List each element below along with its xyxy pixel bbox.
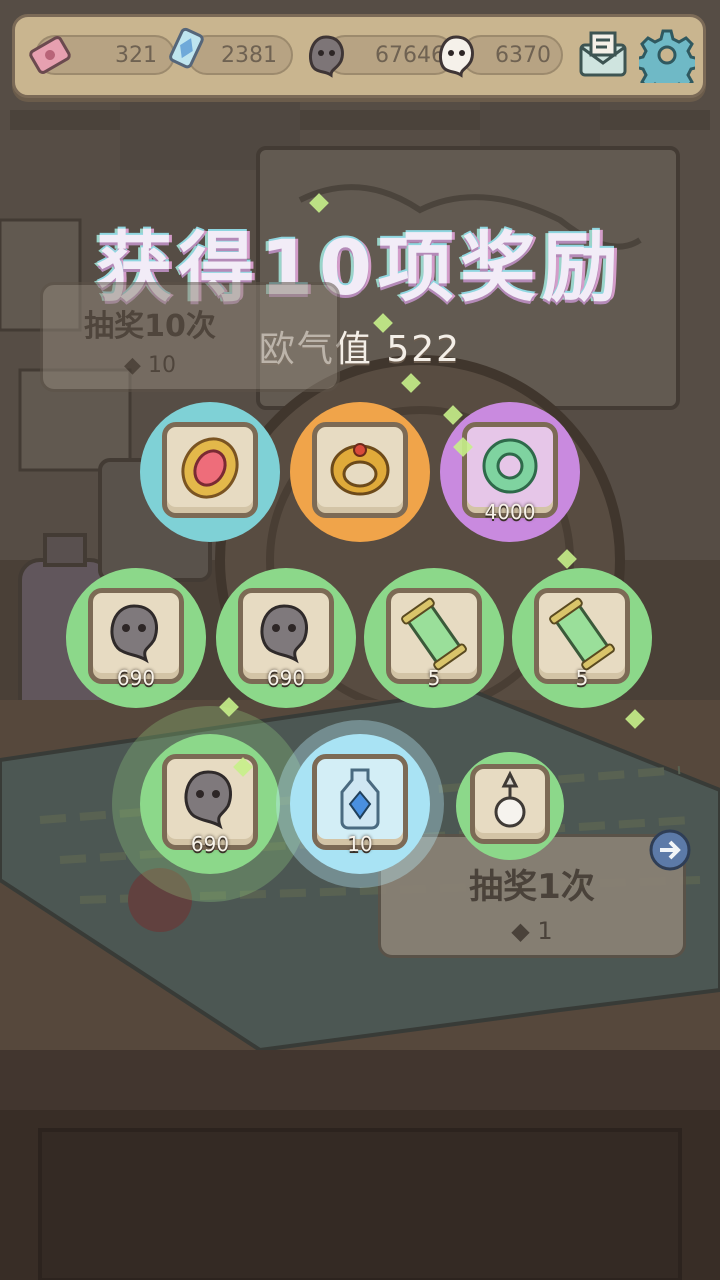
white-soul-count: 6370: [495, 43, 551, 68]
draw-10-cost: ◆ 10: [3, 353, 297, 378]
dark-soul-icon: [308, 35, 344, 78]
ticket-icon: [29, 36, 71, 74]
draw-1-cost: ◆ 1: [381, 917, 683, 945]
draw-1-cost-value: 1: [537, 917, 553, 945]
reward-count: 10: [347, 832, 373, 856]
ticket-icon: ◆: [124, 353, 141, 378]
dark-soul-icon: [184, 770, 232, 830]
arrow-right-icon[interactable]: [648, 828, 692, 872]
dark-soul-icon: [110, 604, 158, 664]
reward-pearl-pendant[interactable]: [456, 752, 564, 860]
reward-count: 690: [190, 832, 230, 856]
ruby-brooch-icon: [181, 437, 239, 499]
reward-count: 690: [266, 666, 306, 690]
pearl-pendant-icon: [494, 770, 526, 828]
dark-soul-icon: [260, 604, 308, 664]
reward-jade-medallion[interactable]: 4000: [440, 402, 580, 542]
reward-dark-soul[interactable]: 690: [216, 568, 356, 708]
reward-count: 5: [575, 666, 589, 690]
currency-bar: 321 2381 67646 6370: [12, 14, 706, 98]
jade-medallion-icon: [482, 438, 538, 494]
crystal-icon: [169, 27, 204, 69]
reward-count: 4000: [484, 500, 536, 524]
draw-10-cost-value: 10: [147, 353, 176, 378]
scroll-icon: [549, 597, 615, 671]
settings-gear-icon[interactable]: [639, 27, 695, 83]
draw-1-label: 抽奖1次: [469, 867, 595, 907]
ticket-icon: ◆: [511, 917, 530, 945]
draw-10-button[interactable]: 抽奖10次 ◆ 10: [40, 282, 340, 392]
reward-dark-soul[interactable]: 690: [140, 734, 280, 874]
ticket-count: 321: [115, 43, 157, 68]
reward-ruby-brooch[interactable]: [140, 402, 280, 542]
reward-dark-soul[interactable]: 690: [66, 568, 206, 708]
reward-count: 5: [427, 666, 441, 690]
reward-gold-ring[interactable]: [290, 402, 430, 542]
draw-10-label: 抽奖10次: [84, 309, 216, 344]
reward-crystal-potion[interactable]: 10: [290, 734, 430, 874]
scroll-icon: [401, 597, 467, 671]
reward-count: 690: [116, 666, 156, 690]
crystal-count: 2381: [221, 43, 277, 68]
reward-green-scroll[interactable]: 5: [512, 568, 652, 708]
reward-green-scroll[interactable]: 5: [364, 568, 504, 708]
luck-number: 522: [386, 329, 462, 370]
crystal-potion-icon: [340, 768, 380, 830]
white-soul-icon: [438, 35, 474, 78]
gold-ring-icon: [330, 443, 390, 496]
mail-icon[interactable]: [575, 27, 631, 83]
